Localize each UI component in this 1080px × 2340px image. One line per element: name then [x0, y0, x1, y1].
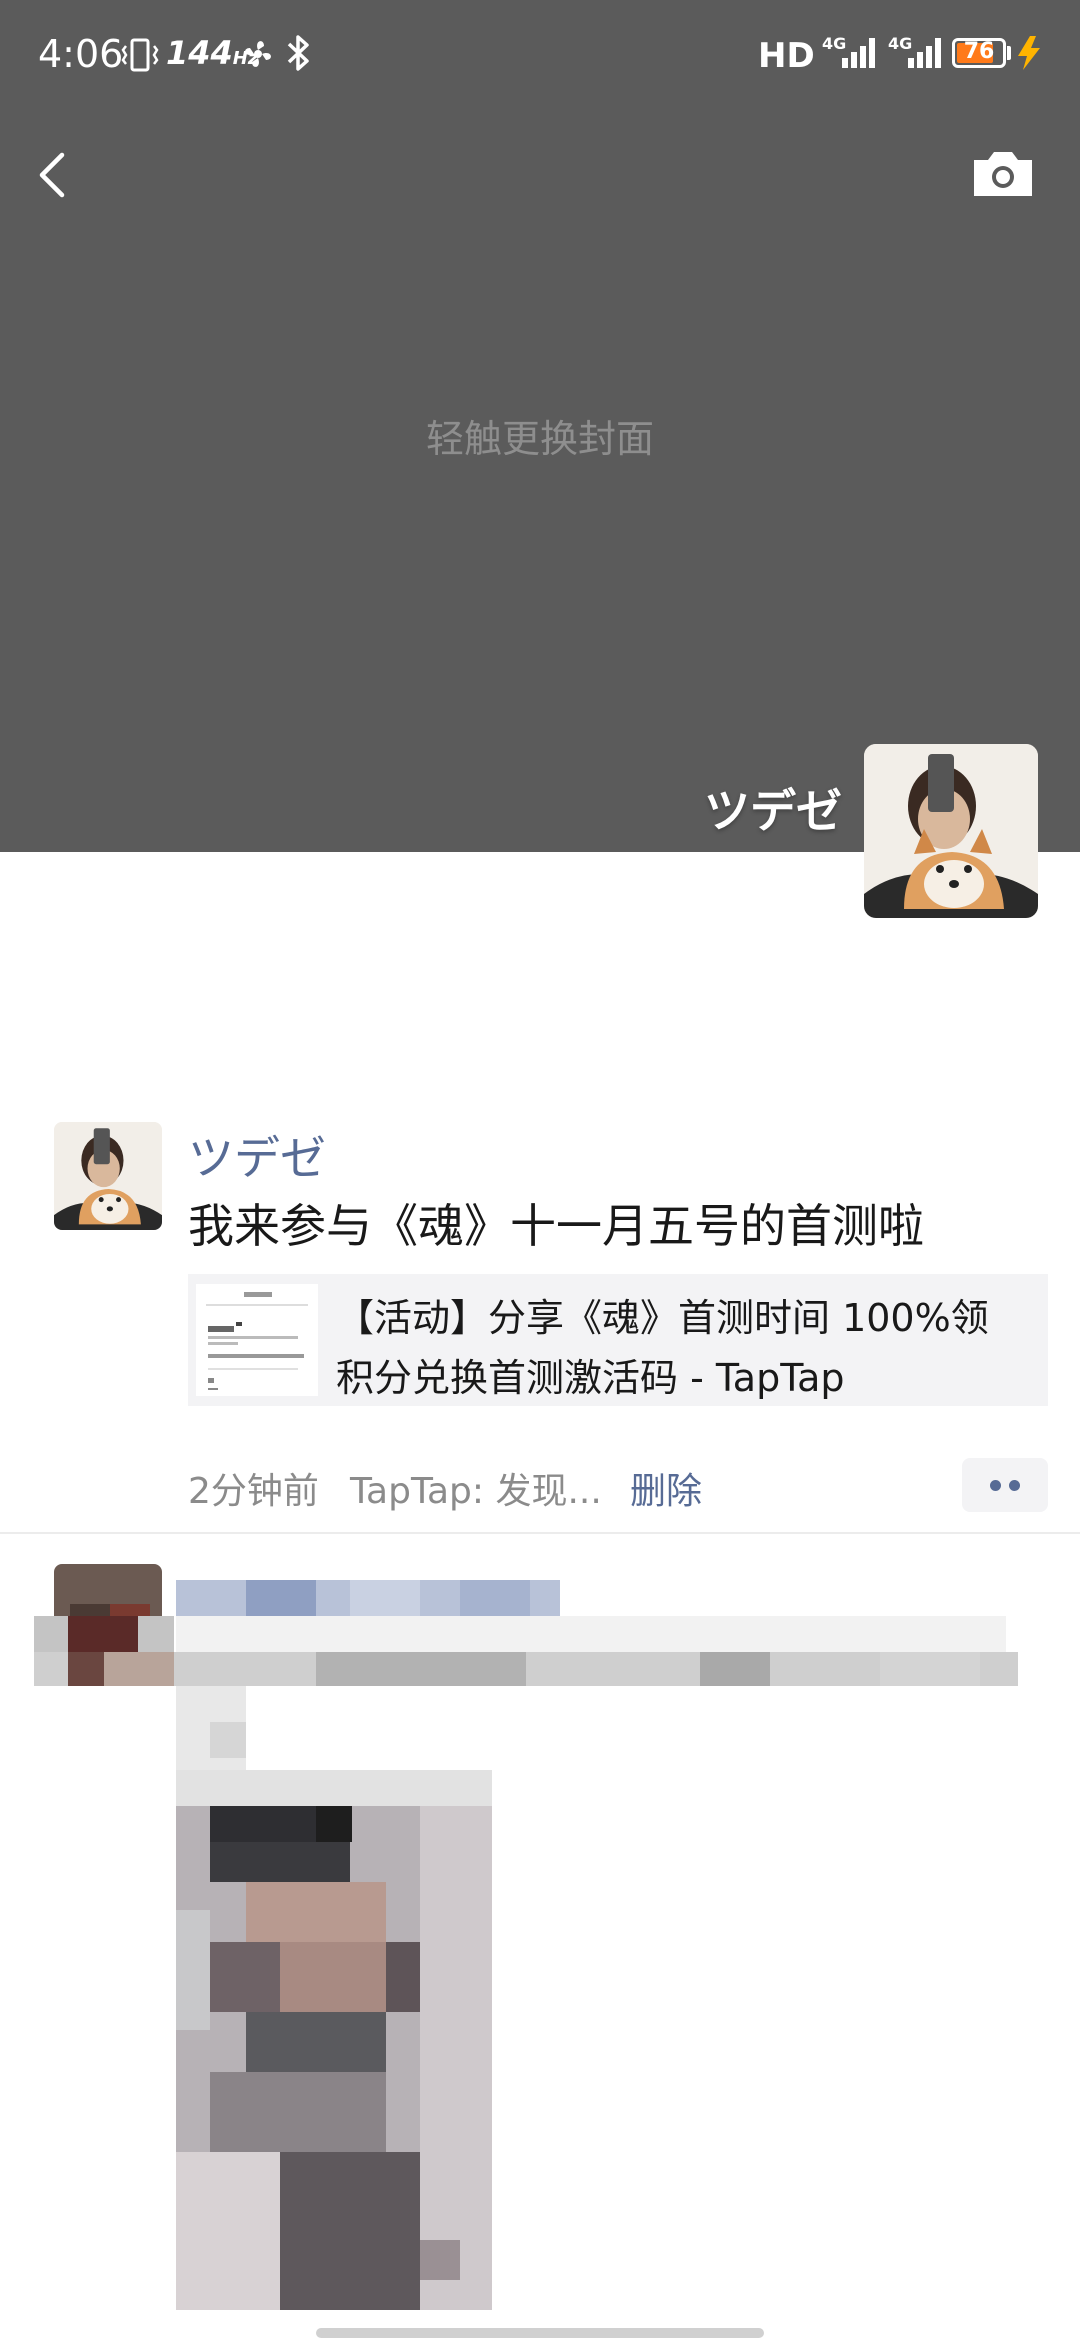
vibrate-icon: [120, 38, 160, 76]
link-card[interactable]: 【活动】分享《魂》首测时间 100%领积分兑换首测激活码 - TapTap: [188, 1274, 1048, 1406]
profile-name: ツデゼ: [704, 784, 842, 838]
post-source[interactable]: TapTap: 发现...: [350, 1462, 602, 1514]
link-title: 【活动】分享《魂》首测时间 100%领积分兑换首测激活码 - TapTap: [336, 1296, 989, 1400]
post-username[interactable]: ツデゼ: [188, 1122, 326, 1188]
post-avatar[interactable]: [54, 1122, 162, 1230]
camera-button[interactable]: [970, 148, 1036, 200]
battery-icon: 76: [952, 38, 1006, 68]
status-bar: 4:06 144Hz HD 4G 4G 76: [0, 0, 1080, 110]
fan-icon: [240, 36, 276, 76]
post-time: 2分钟前: [188, 1471, 319, 1512]
more-dot-icon: [990, 1480, 1001, 1491]
back-button[interactable]: [30, 140, 80, 210]
post-divider: [0, 1532, 1080, 1534]
more-options-button[interactable]: [962, 1458, 1048, 1512]
censored-post: [0, 1560, 1080, 2320]
bluetooth-icon: [284, 34, 314, 76]
charging-icon: [1014, 34, 1044, 76]
status-time: 4:06: [38, 32, 124, 76]
change-cover-hint[interactable]: 轻触更换封面: [0, 408, 1080, 463]
profile-avatar[interactable]: [864, 744, 1038, 918]
link-thumbnail: [196, 1284, 318, 1396]
delete-button[interactable]: 删除: [630, 1462, 702, 1514]
battery-level: 76: [963, 39, 995, 64]
post-text: 我来参与《魂》十一月五号的首测啦: [188, 1199, 924, 1253]
home-indicator[interactable]: [316, 2328, 764, 2338]
camera-icon: [974, 152, 1032, 196]
chevron-left-icon: [39, 152, 65, 198]
hd-indicator: HD: [758, 36, 815, 76]
more-dot-icon: [1009, 1480, 1020, 1491]
